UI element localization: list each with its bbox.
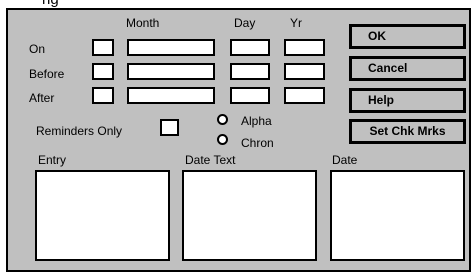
yr-column-header: Yr xyxy=(290,16,302,30)
on-yr-field[interactable] xyxy=(284,39,325,56)
entry-listbox[interactable] xyxy=(35,170,170,261)
chron-radio[interactable] xyxy=(217,134,228,145)
date-search-dialog: Month Day Yr On Before After Reminders O… xyxy=(6,8,471,272)
before-checkbox[interactable] xyxy=(92,63,114,80)
chron-radio-label: Chron xyxy=(241,136,274,150)
before-day-field[interactable] xyxy=(230,63,270,80)
before-yr-field[interactable] xyxy=(284,63,325,80)
reminders-only-label: Reminders Only xyxy=(36,124,123,138)
on-day-field[interactable] xyxy=(230,39,270,56)
day-column-header: Day xyxy=(234,16,256,30)
on-row-label: On xyxy=(29,42,46,56)
set-chk-mrks-button[interactable]: Set Chk Mrks xyxy=(349,119,466,144)
before-row-label: Before xyxy=(29,67,65,81)
help-button[interactable]: Help xyxy=(349,88,466,113)
alpha-radio-label: Alpha xyxy=(241,114,272,128)
before-month-field[interactable] xyxy=(127,63,215,80)
date-list-label: Date xyxy=(332,153,358,167)
alpha-radio[interactable] xyxy=(217,114,228,125)
cancel-button[interactable]: Cancel xyxy=(349,56,466,81)
date-text-listbox[interactable] xyxy=(182,170,317,261)
after-month-field[interactable] xyxy=(127,87,215,104)
date-text-list-label: Date Text xyxy=(185,153,236,167)
after-checkbox[interactable] xyxy=(92,87,114,104)
date-listbox[interactable] xyxy=(330,170,465,261)
title-bar: ng xyxy=(0,0,475,8)
on-month-field[interactable] xyxy=(127,39,215,56)
on-checkbox[interactable] xyxy=(92,39,114,56)
ok-button[interactable]: OK xyxy=(349,24,466,49)
month-column-header: Month xyxy=(126,16,160,30)
title-text-fragment: ng xyxy=(42,0,59,8)
after-day-field[interactable] xyxy=(230,87,270,104)
after-yr-field[interactable] xyxy=(284,87,325,104)
entry-list-label: Entry xyxy=(38,153,67,167)
after-row-label: After xyxy=(29,91,55,105)
reminders-only-checkbox[interactable] xyxy=(160,119,179,136)
